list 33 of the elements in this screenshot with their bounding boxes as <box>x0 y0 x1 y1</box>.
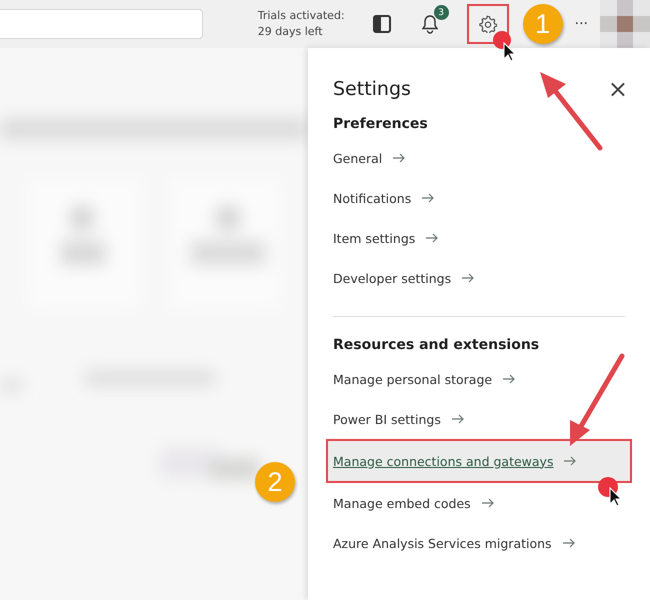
click-cursor-icon <box>598 477 622 507</box>
settings-link[interactable]: Manage personal storage <box>333 359 625 399</box>
arrow-right-icon <box>563 456 578 466</box>
settings-link[interactable]: Manage connections and gateways <box>326 439 632 483</box>
panel-title: Settings <box>333 78 411 100</box>
notification-badge: 3 <box>434 5 449 20</box>
trial-status-text: Trials activated: <box>258 8 345 24</box>
arrow-right-icon <box>461 273 476 283</box>
close-button[interactable]: × <box>608 77 628 101</box>
search-field[interactable] <box>0 9 203 39</box>
section-heading: Resources and extensions <box>333 336 540 354</box>
trial-status-text: 29 days left <box>258 24 324 40</box>
arrow-right-icon <box>450 414 465 424</box>
bell-icon[interactable] <box>420 14 439 34</box>
arrow-right-icon <box>421 193 436 203</box>
arrow-right-icon <box>502 374 516 384</box>
step-callout: 1 <box>522 4 563 44</box>
settings-link[interactable]: General <box>333 138 625 178</box>
settings-link[interactable]: Azure Analysis Services migrations <box>333 523 625 563</box>
settings-icon <box>478 15 497 33</box>
settings-link[interactable]: Power BI settings <box>333 399 625 439</box>
settings-link[interactable]: Item settings <box>333 218 625 258</box>
settings-link[interactable]: Developer settings <box>333 258 625 298</box>
section-heading: Preferences <box>333 115 429 133</box>
panel-toggle-icon[interactable] <box>372 15 391 33</box>
arrow-right-icon <box>480 498 495 508</box>
settings-link[interactable]: Notifications <box>333 178 625 218</box>
arrow-right-icon <box>392 153 406 163</box>
more-options-button[interactable]: ··· <box>574 16 588 32</box>
settings-link[interactable]: Manage embed codes <box>333 483 625 523</box>
arrow-right-icon <box>425 233 440 243</box>
arrow-right-icon <box>562 538 576 548</box>
avatar[interactable] <box>600 0 650 48</box>
